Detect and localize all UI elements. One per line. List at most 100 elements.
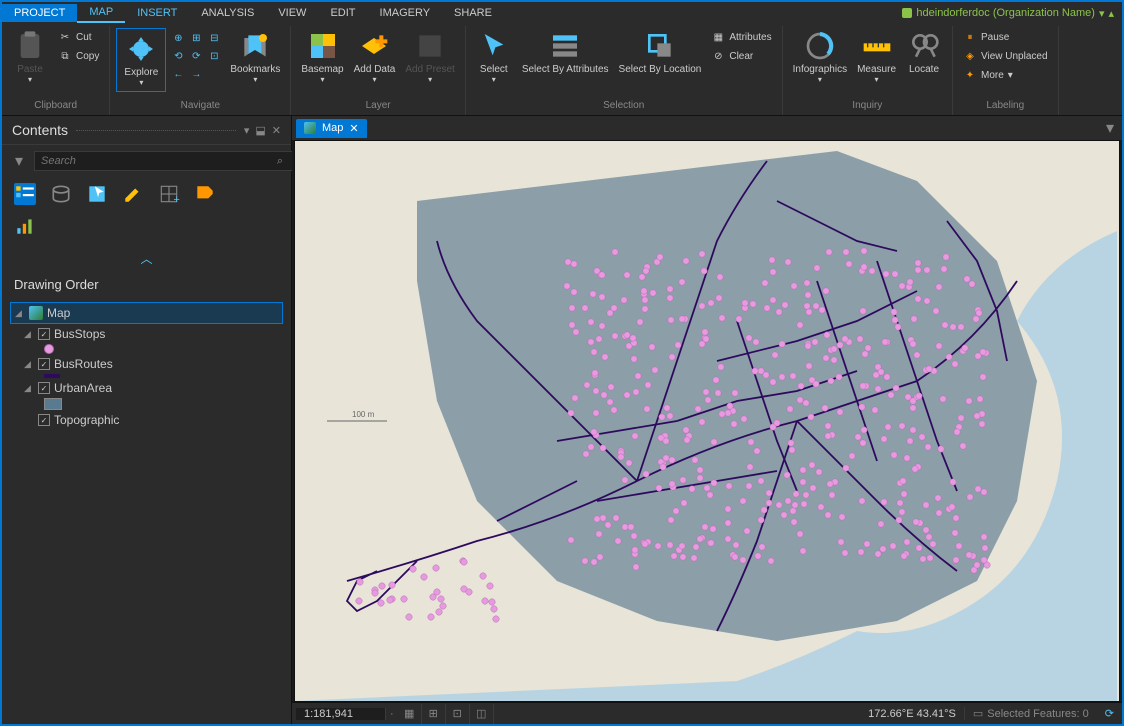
locate-button[interactable]: Locate xyxy=(902,28,946,77)
select-button[interactable]: Select ▾ xyxy=(472,28,516,86)
list-by-perf-icon[interactable] xyxy=(14,215,36,242)
contents-toolbar: + xyxy=(2,177,291,211)
tab-share[interactable]: SHARE xyxy=(442,4,504,22)
nav-icon[interactable]: ⊡ xyxy=(206,48,222,64)
layer-label: BusRoutes xyxy=(54,357,113,371)
layer-busroutes[interactable]: ◢ ✓ BusRoutes xyxy=(20,354,283,374)
map-view-tab[interactable]: Map ✕ xyxy=(296,119,367,138)
more-icon: ✦ xyxy=(963,68,977,82)
map-icon xyxy=(29,306,43,320)
pause-button[interactable]: ⏸Pause xyxy=(959,28,1052,46)
tab-insert[interactable]: INSERT xyxy=(125,4,189,22)
pin-icon[interactable]: ⬓ xyxy=(255,124,265,137)
nav-arrows: ⊕⊞⊟ ⟲⟳⊡ ←→ xyxy=(168,28,224,84)
select-by-location-button[interactable]: Select By Location xyxy=(615,28,706,77)
collapse-toolbar-icon[interactable]: ︿ xyxy=(2,246,291,271)
tab-view[interactable]: VIEW xyxy=(266,4,318,22)
checkbox[interactable]: ✓ xyxy=(38,414,50,426)
layer-label: UrbanArea xyxy=(54,381,112,395)
ribbon-group-layer: Basemap ▾ Add Data ▾ Add Preset ▾ Layer xyxy=(291,26,465,115)
list-by-editing-icon[interactable] xyxy=(122,183,144,205)
autohide-icon[interactable]: ▾ xyxy=(244,124,250,137)
copy-button[interactable]: ⧉Copy xyxy=(54,47,103,65)
tab-project[interactable]: PROJECT xyxy=(2,4,77,22)
coordinates[interactable]: 172.66°E 43.41°S xyxy=(860,708,964,720)
selected-features[interactable]: ▭ Selected Features: 0 xyxy=(964,707,1097,720)
sb-btn-2[interactable]: ⊞ xyxy=(422,704,446,724)
explore-button[interactable]: Explore ▾ xyxy=(119,31,163,89)
expand-icon[interactable]: ◢ xyxy=(15,308,25,319)
tab-menu-icon[interactable]: ▾ xyxy=(1106,118,1114,138)
list-by-data-source-icon[interactable] xyxy=(50,183,72,205)
expand-icon[interactable]: ◢ xyxy=(24,329,34,340)
tab-analysis[interactable]: ANALYSIS xyxy=(189,4,266,22)
select-icon xyxy=(478,30,510,62)
infographics-button[interactable]: Infographics ▾ xyxy=(789,28,851,86)
menubar: PROJECT MAP INSERT ANALYSIS VIEW EDIT IM… xyxy=(2,2,1122,24)
list-by-selection-icon[interactable] xyxy=(86,183,108,205)
user-label: hdeindorferdoc (Organization Name) xyxy=(916,7,1095,19)
checkbox[interactable]: ✓ xyxy=(38,358,50,370)
close-panel-icon[interactable]: ✕ xyxy=(272,124,281,137)
drawing-order-label: Drawing Order xyxy=(2,271,291,298)
ribbon-group-inquiry: Infographics ▾ Measure ▾ Locate Inquiry xyxy=(783,26,953,115)
filter-icon[interactable]: ▾ xyxy=(10,152,28,170)
checkbox[interactable]: ✓ xyxy=(38,382,50,394)
layer-map-root[interactable]: ◢ Map xyxy=(10,302,283,324)
symbol-poly xyxy=(44,398,62,410)
select-by-attributes-icon xyxy=(549,30,581,62)
full-extent-icon[interactable]: ⊕ xyxy=(170,30,186,46)
layer-busstops[interactable]: ◢ ✓ BusStops xyxy=(20,324,283,344)
checkbox[interactable]: ✓ xyxy=(38,328,50,340)
more-button[interactable]: ✦More ▾ xyxy=(959,66,1052,84)
scale-input[interactable]: 1:181,941 xyxy=(296,708,386,720)
sb-btn-1[interactable]: ▦ xyxy=(398,704,422,724)
view-unplaced-button[interactable]: ◈View Unplaced xyxy=(959,47,1052,65)
fixed-zoom-out-icon[interactable]: ⊟ xyxy=(206,30,222,46)
collapse-ribbon-icon[interactable]: ▴ xyxy=(1108,7,1114,20)
selected-icon: ▭ xyxy=(973,707,983,720)
attributes-button[interactable]: ▦Attributes xyxy=(707,28,775,46)
tab-imagery[interactable]: IMAGERY xyxy=(368,4,443,22)
tab-map[interactable]: MAP xyxy=(77,3,125,23)
refresh-icon[interactable]: ⟳ xyxy=(1097,707,1122,720)
fixed-zoom-in-icon[interactable]: ⊞ xyxy=(188,30,204,46)
bookmarks-button[interactable]: Bookmarks ▾ xyxy=(226,28,284,86)
map-tabs: Map ✕ ▾ xyxy=(292,116,1122,140)
paste-dropdown-icon: ▾ xyxy=(28,75,32,84)
select-by-location-icon xyxy=(644,30,676,62)
select-by-attributes-button[interactable]: Select By Attributes xyxy=(518,28,613,77)
close-tab-icon[interactable]: ✕ xyxy=(349,122,358,135)
basemap-button[interactable]: Basemap ▾ xyxy=(297,28,347,86)
add-preset-button[interactable]: Add Preset ▾ xyxy=(401,28,458,86)
list-by-snapping-icon[interactable]: + xyxy=(158,183,180,205)
fwd-arrow-icon[interactable]: → xyxy=(188,66,204,82)
sb-btn-3[interactable]: ⊡ xyxy=(446,704,470,724)
explore-icon xyxy=(125,33,157,65)
expand-icon[interactable]: ◢ xyxy=(24,359,34,370)
tab-edit[interactable]: EDIT xyxy=(318,4,367,22)
back-arrow-icon[interactable]: ← xyxy=(170,66,186,82)
add-preset-icon xyxy=(414,30,446,62)
list-by-drawing-order-icon[interactable] xyxy=(14,183,36,205)
expand-icon[interactable]: ◢ xyxy=(24,383,34,394)
user-info[interactable]: hdeindorferdoc (Organization Name) ▾ ▴ xyxy=(902,7,1122,20)
copy-icon: ⧉ xyxy=(58,49,72,63)
map-icon xyxy=(304,122,316,134)
add-data-button[interactable]: Add Data ▾ xyxy=(350,28,400,86)
cut-button[interactable]: ✂Cut xyxy=(54,28,103,46)
layer-topographic[interactable]: ◢ ✓ Topographic xyxy=(20,410,283,430)
measure-button[interactable]: Measure ▾ xyxy=(853,28,900,86)
layer-urbanarea[interactable]: ◢ ✓ UrbanArea xyxy=(20,378,283,398)
clear-button[interactable]: ⊘Clear xyxy=(707,47,775,65)
paste-button[interactable]: Paste ▾ xyxy=(8,28,52,86)
next-extent-icon[interactable]: ⟳ xyxy=(188,48,204,64)
search-icon[interactable]: ⌕ xyxy=(277,155,283,168)
sb-btn-4[interactable]: ◫ xyxy=(470,704,494,724)
symbol-dot xyxy=(44,344,54,354)
map-canvas[interactable]: 100 m xyxy=(294,140,1120,702)
prev-extent-icon[interactable]: ⟲ xyxy=(170,48,186,64)
search-input[interactable] xyxy=(34,151,293,171)
ribbon-group-navigate: Explore ▾ ⊕⊞⊟ ⟲⟳⊡ ←→ Bookmarks ▾ Navigat… xyxy=(110,26,291,115)
list-by-labeling-icon[interactable] xyxy=(194,183,216,205)
